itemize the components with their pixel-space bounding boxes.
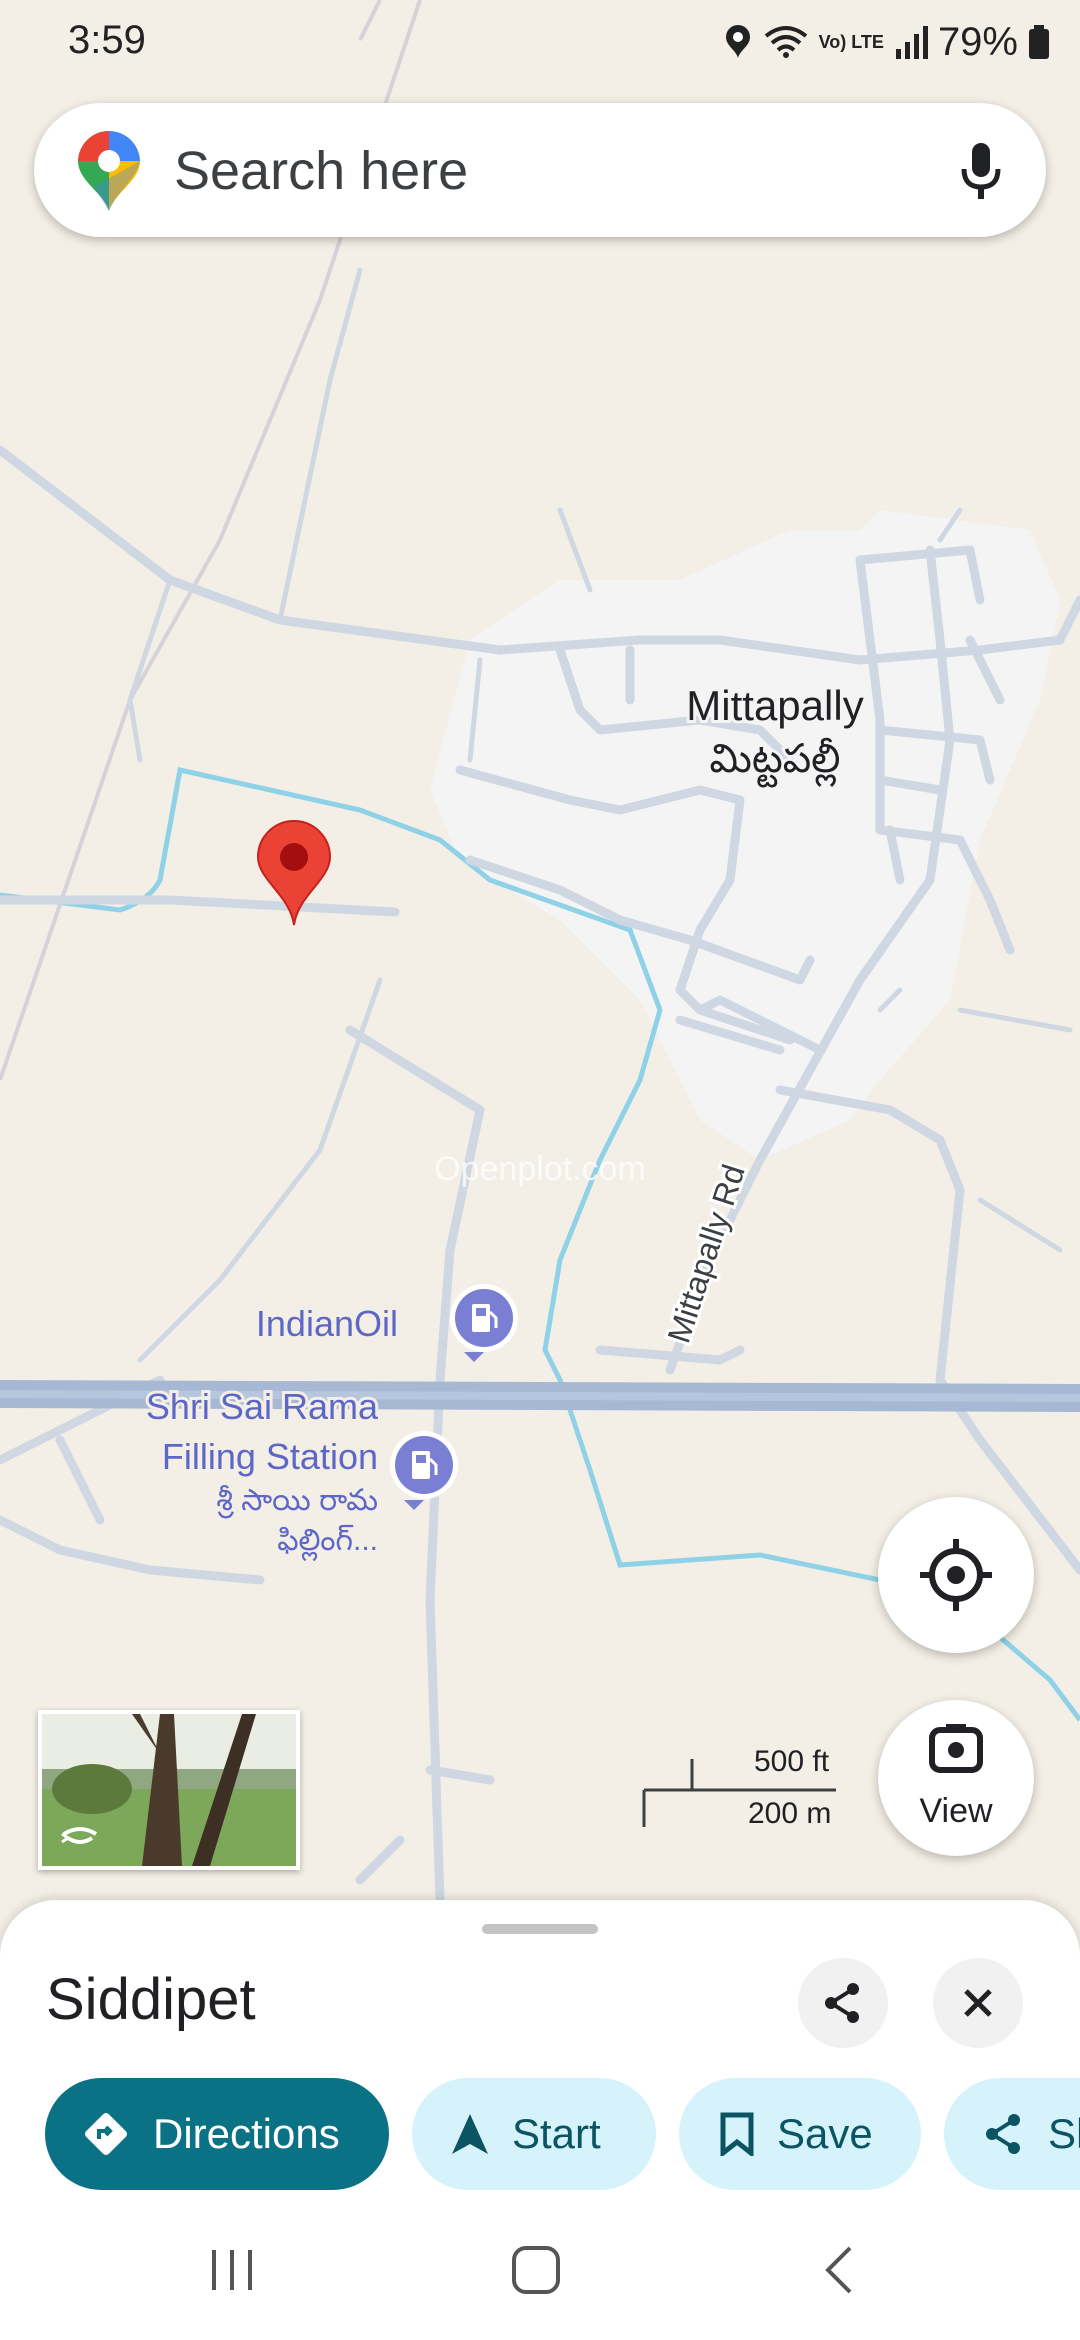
street-view-thumbnail[interactable] [38,1710,300,1870]
battery-icon [1029,25,1049,59]
action-chips: Directions Start Save Share [0,2078,1080,2190]
poi-station-label-1: Shri Sai Rama [146,1386,379,1427]
status-icons: Vo) LTE 79% [723,14,1050,70]
close-icon [964,1989,992,2017]
view-label: View [919,1792,993,1830]
mic-icon[interactable] [946,135,1016,205]
share-button[interactable] [798,1958,888,2048]
save-button[interactable]: Save [679,2078,921,2190]
status-bar: 3:59 Vo) LTE 79% [0,0,1080,90]
search-bar[interactable]: Search here [34,103,1046,237]
village-label-local: మిట్టపల్లీ [710,737,841,788]
location-icon [725,25,750,58]
lens-icon [929,1724,983,1773]
battery-percent: 79% [937,19,1018,64]
directions-button[interactable]: Directions [45,2078,389,2190]
share-chip-button[interactable]: Share [944,2078,1080,2190]
start-button[interactable]: Start [412,2078,656,2190]
poi-station-label-local-1: శ్రీ సాయి రామ [216,1484,378,1519]
directions-icon [85,2113,127,2155]
bookmark-icon [720,2112,754,2156]
map-watermark: Openplot.com [434,1150,646,1188]
maps-logo-icon [78,131,140,211]
save-label: Save [777,2110,873,2157]
system-nav-bar [0,2200,1080,2340]
share-label: Share [1048,2110,1080,2157]
signal-icon [895,26,928,59]
start-label: Start [512,2110,601,2157]
poi-station-label-2: Filling Station [162,1436,378,1477]
recent-apps-icon[interactable] [202,2240,262,2300]
village-label: Mittapally [686,682,863,729]
home-icon[interactable] [506,2240,566,2300]
place-title: Siddipet [46,1967,256,2032]
share-icon [825,1983,859,2023]
poi-indianoil-label: IndianOil [256,1303,398,1344]
directions-label: Directions [153,2110,340,2157]
status-time: 3:59 [68,18,146,62]
view-lens-button[interactable]: View [878,1700,1034,1856]
volte-icon: Vo) LTE [818,32,884,52]
scale-m-label: 200 m [748,1797,832,1830]
drag-handle[interactable] [482,1924,598,1934]
rotate-360-icon [61,1827,98,1844]
search-placeholder[interactable]: Search here [174,140,468,202]
share-icon [986,2114,1020,2154]
back-icon[interactable] [810,2240,870,2300]
crosshair-icon [920,1539,992,1611]
navigation-arrow-icon [452,2114,488,2154]
close-button[interactable] [933,1958,1023,2048]
poi-station-label-local-2: ఫిల్లింగ్... [277,1524,378,1562]
my-location-button[interactable] [878,1497,1034,1653]
scale-bar: 500 ft 200 m [640,1745,850,1835]
wifi-icon [764,26,807,58]
